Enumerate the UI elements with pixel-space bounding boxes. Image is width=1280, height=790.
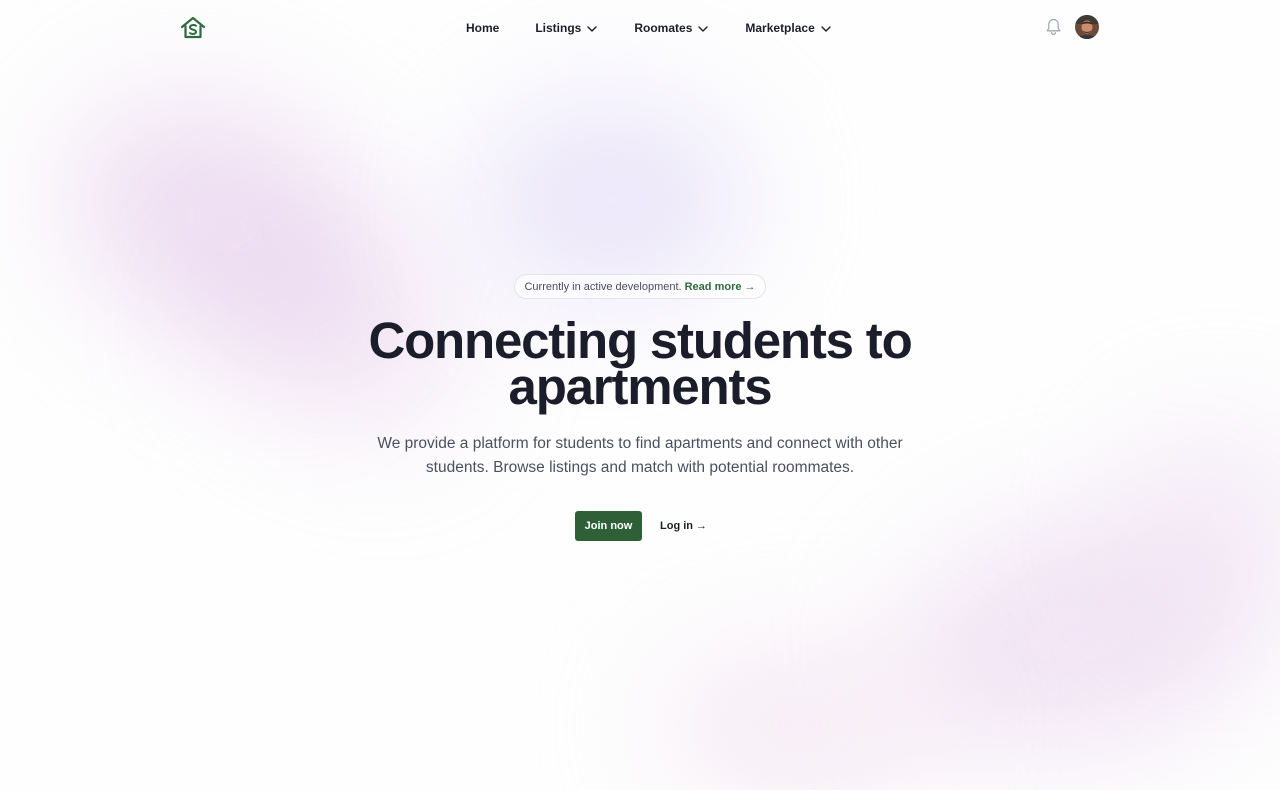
user-avatar[interactable] [1075, 15, 1099, 39]
main-nav: Home Listings Roomates Marketplace [466, 0, 832, 56]
background-blob [470, 100, 750, 300]
background-blob [1120, 420, 1280, 620]
house-s-logo-icon[interactable] [180, 16, 206, 40]
nav-marketplace-label: Marketplace [745, 21, 815, 35]
chevron-down-icon [821, 25, 831, 32]
badge-text: Currently in active development. [524, 280, 682, 293]
hero-subtitle: We provide a platform for students to fi… [377, 435, 903, 476]
bell-icon[interactable] [1045, 18, 1062, 36]
nav-home[interactable]: Home [466, 21, 499, 35]
background-blob [882, 490, 1278, 780]
join-now-button[interactable]: Join now [575, 511, 642, 541]
chevron-down-icon [698, 25, 709, 32]
chevron-down-icon [587, 25, 598, 32]
nav-roommates-label: Roomates [634, 21, 693, 35]
hero-title: Connecting students to apartments [368, 312, 912, 415]
nav-listings-dropdown[interactable]: Listings [535, 21, 598, 35]
top-navbar: Home Listings Roomates Marketplace [0, 0, 1280, 56]
landing-page: Home Listings Roomates Marketplace Curre… [0, 0, 1280, 790]
nav-marketplace-dropdown[interactable]: Marketplace [745, 21, 831, 35]
nav-roommates-dropdown[interactable]: Roomates [634, 21, 709, 35]
dev-status-badge: Currently in active development. Read mo… [514, 274, 766, 299]
nav-home-label: Home [466, 21, 500, 35]
background-blob [660, 650, 940, 790]
read-more-link[interactable]: Read more → [685, 281, 756, 293]
nav-listings-label: Listings [535, 21, 582, 35]
log-in-link[interactable]: Log in → [660, 511, 707, 541]
